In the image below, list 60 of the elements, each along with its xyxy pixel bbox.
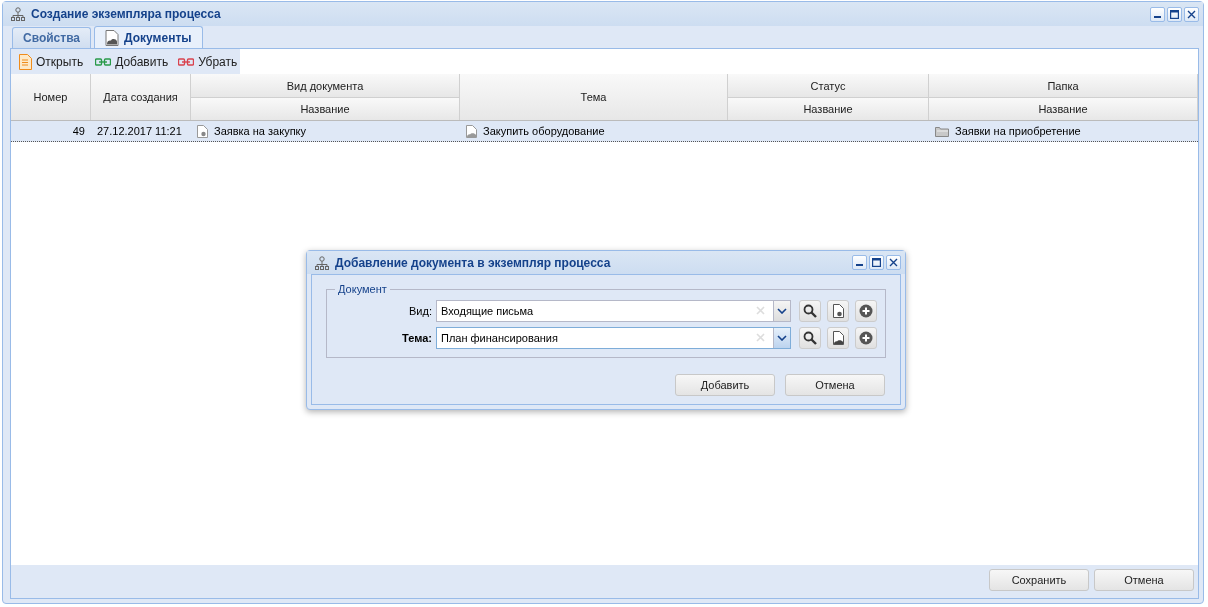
dropdown-trigger[interactable] — [773, 300, 790, 321]
unlink-icon — [178, 57, 195, 66]
window-title: Создание экземпляра процесса — [31, 7, 221, 21]
close-button[interactable] — [886, 255, 901, 270]
minimize-icon — [856, 264, 863, 266]
document-gear-button[interactable] — [827, 299, 849, 322]
column-header[interactable]: Номер — [11, 74, 91, 120]
footer-button[interactable]: Сохранить — [989, 569, 1089, 591]
dialog-title: Добавление документа в экземпляр процесса — [335, 255, 611, 270]
toolbar-button[interactable]: Добавить — [90, 54, 174, 69]
toolbar-button[interactable]: Убрать — [173, 54, 243, 69]
add-button[interactable] — [855, 299, 877, 322]
document-gear-icon — [197, 124, 208, 138]
column-header[interactable]: Дата создания — [91, 74, 191, 120]
column-header[interactable]: Тема — [460, 74, 728, 120]
table-cell: Заявка на закупку — [214, 125, 307, 137]
search-button[interactable] — [799, 326, 821, 349]
column-header[interactable]: Название — [929, 97, 1198, 120]
table-cell: 49 — [72, 125, 85, 137]
maximize-button[interactable] — [869, 255, 884, 270]
column-header[interactable]: Название — [728, 97, 929, 120]
dropdown-trigger[interactable] — [773, 327, 790, 348]
column-header[interactable]: Название — [191, 97, 460, 120]
column-header[interactable]: Вид документа — [191, 74, 460, 97]
hierarchy-icon — [315, 255, 329, 270]
minimize-button[interactable] — [1150, 6, 1165, 22]
close-button[interactable] — [1184, 6, 1199, 22]
table-cell: Заявки на приобретение — [955, 125, 1081, 137]
document-cloud-icon — [105, 29, 120, 46]
minimize-icon — [1154, 15, 1161, 18]
caret-icon — [777, 334, 787, 341]
minimize-button[interactable] — [852, 255, 867, 270]
folder-icon — [935, 125, 949, 137]
search-button[interactable] — [799, 299, 821, 322]
toolbar-button[interactable]: Открыть — [14, 53, 89, 70]
column-header[interactable]: Статус — [728, 74, 929, 97]
combo-field[interactable]: План финансирования — [436, 326, 791, 349]
tab[interactable]: Свойства — [12, 27, 92, 48]
footer-button[interactable]: Отмена — [1094, 569, 1194, 591]
column-header[interactable]: Папка — [929, 74, 1198, 97]
document-cloud-icon — [466, 124, 477, 138]
caret-icon — [777, 307, 787, 314]
fieldset-legend: Документ — [335, 283, 390, 295]
document-cloud-icon — [832, 330, 844, 345]
document-icon — [19, 53, 32, 70]
table-cell: 27.12.2017 11:21 — [97, 125, 182, 137]
table-row[interactable]: 49 27.12.2017 11:21 Заявка на закупку Закупить оборудование Заявки на приобретение — [11, 121, 1198, 142]
add-button[interactable] — [855, 326, 877, 349]
document-gear-icon — [832, 303, 844, 318]
field-label: Вид: — [409, 304, 432, 317]
dialog-button[interactable]: Добавить — [675, 374, 775, 396]
link-icon — [95, 57, 112, 66]
combo-field[interactable]: Входящие письма — [436, 299, 791, 322]
hierarchy-icon — [11, 7, 25, 21]
field-label: Тема: — [402, 331, 432, 344]
document-cloud-button[interactable] — [827, 326, 849, 349]
table-cell: Закупить оборудование — [483, 125, 605, 137]
dialog-button[interactable]: Отмена — [785, 374, 885, 396]
maximize-button[interactable] — [1167, 6, 1182, 22]
tab[interactable]: Документы — [94, 26, 203, 48]
